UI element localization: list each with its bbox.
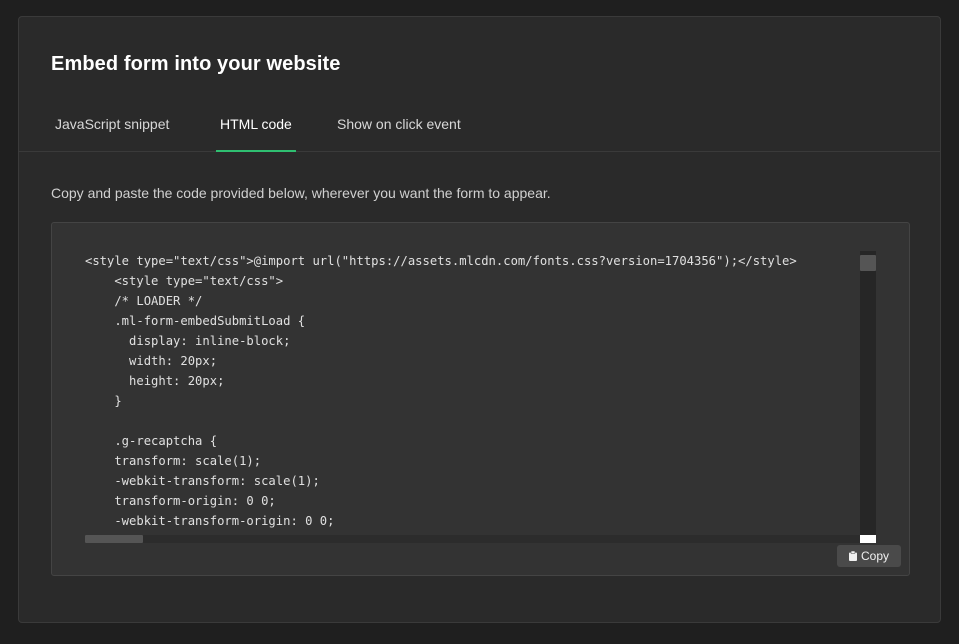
embed-form-modal: Embed form into your website JavaScript …	[18, 16, 941, 623]
tab-bar: JavaScript snippet HTML code Show on cli…	[19, 109, 940, 152]
code-container: <style type="text/css">@import url("http…	[51, 222, 910, 576]
tab-show-on-click-event[interactable]: Show on click event	[333, 109, 465, 151]
instructions-text: Copy and paste the code provided below, …	[51, 185, 551, 201]
clipboard-icon	[848, 551, 857, 561]
vertical-scrollbar[interactable]	[860, 251, 876, 535]
copy-button-label: Copy	[860, 549, 889, 563]
tab-html-code[interactable]: HTML code	[216, 109, 296, 152]
horizontal-scroll-thumb[interactable]	[85, 535, 143, 543]
modal-title: Embed form into your website	[51, 53, 341, 75]
copy-button[interactable]: Copy	[837, 545, 901, 567]
tab-javascript-snippet[interactable]: JavaScript snippet	[51, 109, 173, 151]
scrollbar-corner	[860, 535, 876, 543]
horizontal-scrollbar[interactable]	[85, 535, 860, 543]
code-textarea[interactable]: <style type="text/css">@import url("http…	[85, 251, 860, 535]
vertical-scroll-thumb[interactable]	[860, 255, 876, 271]
code-content: <style type="text/css">@import url("http…	[85, 254, 797, 528]
